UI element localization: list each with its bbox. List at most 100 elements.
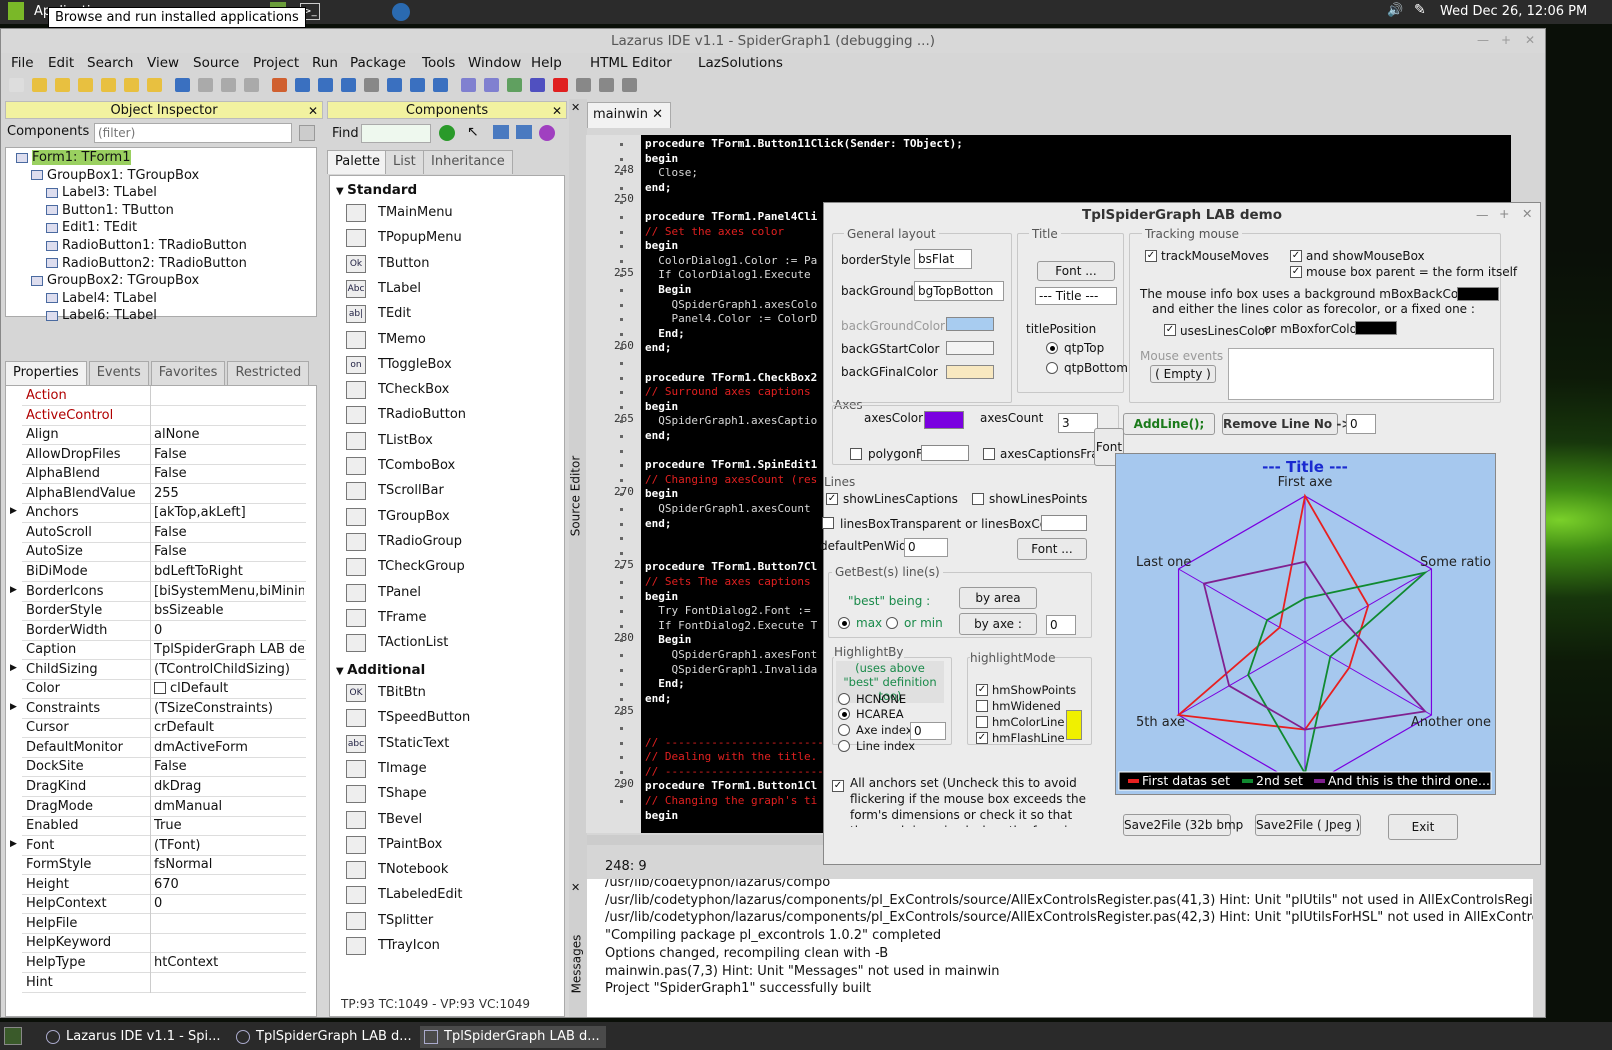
volume-icon[interactable]: 🔊 — [1387, 3, 1403, 18]
flash-color-swatch[interactable] — [1066, 710, 1082, 740]
show-lines-points-checkbox[interactable] — [972, 493, 984, 505]
property-value[interactable]: False — [154, 544, 304, 559]
property-row[interactable]: Align alNone — [22, 425, 306, 446]
toolbar-icon[interactable] — [576, 78, 591, 92]
remove-line-input[interactable]: 0 — [1346, 414, 1376, 434]
property-row[interactable]: Action — [22, 386, 306, 406]
tab-restricted[interactable]: Restricted — [227, 361, 310, 385]
property-row[interactable]: AutoSize False — [22, 542, 306, 563]
message-line[interactable]: Project "SpiderGraph1" successfully buil… — [605, 981, 871, 996]
toolbar-icon[interactable] — [147, 78, 162, 92]
title-font-button[interactable]: Font ... — [1037, 261, 1115, 281]
hm-colorline-checkbox[interactable] — [976, 716, 988, 728]
track-mouse-checkbox[interactable]: ✓ — [1145, 250, 1157, 262]
options-icon[interactable] — [539, 125, 555, 141]
add-line-button[interactable]: AddLine(); — [1123, 413, 1215, 435]
toolbar-icon[interactable] — [433, 78, 448, 92]
max-radio[interactable] — [838, 617, 850, 629]
toolbar-icon[interactable] — [198, 78, 213, 92]
taskbar-item[interactable]: Lazarus IDE v1.1 - Spi... — [42, 1026, 222, 1048]
lines-box-transparent-checkbox[interactable] — [822, 517, 834, 529]
menu-source[interactable]: Source — [193, 55, 239, 71]
box-parent-checkbox[interactable]: ✓ — [1290, 266, 1302, 278]
collapse-icon[interactable]: ▼ — [336, 186, 347, 197]
toolbar-icon[interactable] — [78, 78, 93, 92]
exit-button[interactable]: Exit — [1388, 814, 1458, 840]
spider-graph[interactable]: First axeSome ratioAnother one4th one5th… — [1115, 453, 1496, 795]
toolbar-icon[interactable] — [484, 78, 499, 92]
axe-index-radio[interactable] — [838, 724, 850, 736]
tab-palette[interactable]: Palette — [327, 150, 389, 174]
pen-width-spin[interactable]: 0 — [904, 538, 948, 557]
find-input[interactable] — [361, 124, 431, 143]
tree-item[interactable]: GroupBox1: TGroupBox — [31, 168, 199, 183]
toolbar-icon[interactable] — [530, 78, 545, 92]
collapse-icon[interactable]: ▼ — [336, 666, 347, 677]
menu-package[interactable]: Package — [350, 55, 406, 71]
toolbar-icon[interactable] — [9, 78, 24, 92]
property-value[interactable]: bdLeftToRight — [154, 564, 304, 579]
clock[interactable]: Wed Dec 26, 12:06 PM — [1440, 4, 1587, 19]
property-value[interactable]: dkDrag — [154, 779, 304, 794]
toolbar-icon[interactable] — [410, 78, 425, 92]
lines-box-color-swatch[interactable] — [1041, 515, 1087, 531]
property-row[interactable]: ▶ ChildSizing (TControlChildSizing) — [10, 659, 306, 680]
mouse-events-memo[interactable] — [1228, 348, 1494, 400]
show-mouse-box-checkbox[interactable]: ✓ — [1290, 250, 1302, 262]
axes-count-spin[interactable]: 3 — [1058, 413, 1098, 433]
property-row[interactable]: HelpType htContext — [22, 952, 306, 973]
qtp-bottom-radio[interactable] — [1046, 362, 1058, 374]
tree-item[interactable]: Form1: TForm1 — [16, 150, 131, 165]
final-color-swatch[interactable] — [946, 365, 994, 379]
property-value[interactable]: False — [154, 525, 304, 540]
property-value[interactable]: crDefault — [154, 720, 304, 735]
property-row[interactable]: DragKind dkDrag — [22, 777, 306, 797]
property-row[interactable]: DefaultMonitor dmActiveForm — [22, 737, 306, 758]
border-style-combo[interactable]: bsFlat — [914, 249, 972, 269]
taskbar-item[interactable]: TplSpiderGraph LAB d... — [420, 1026, 606, 1048]
property-row[interactable]: Enabled True — [22, 816, 306, 837]
hcarea-radio[interactable] — [838, 708, 850, 720]
captions-frame-checkbox[interactable] — [983, 448, 995, 460]
close-icon[interactable]: ✕ — [552, 102, 562, 120]
property-row[interactable]: BorderStyle bsSizeable — [22, 601, 306, 622]
expand-icon[interactable]: ▶ — [10, 702, 17, 712]
toolbar-icon[interactable] — [341, 78, 356, 92]
uses-lines-color-checkbox[interactable]: ✓ — [1164, 324, 1176, 336]
toolbar-icon[interactable] — [272, 78, 287, 92]
menu-view[interactable]: View — [147, 55, 179, 71]
browser-icon[interactable] — [392, 3, 410, 21]
close-button[interactable]: ✕ — [1525, 33, 1535, 47]
property-value[interactable]: fsNormal — [154, 857, 304, 872]
property-value[interactable]: bsSizeable — [154, 603, 304, 618]
line-index-radio[interactable] — [838, 740, 850, 752]
toolbar-icon[interactable] — [295, 78, 310, 92]
toolbar-icon[interactable] — [364, 78, 379, 92]
menu-project[interactable]: Project — [253, 55, 299, 71]
property-value[interactable]: alNone — [154, 427, 304, 442]
mbox-fore-color-swatch[interactable] — [1355, 321, 1397, 335]
minimize-button[interactable]: — — [1477, 33, 1489, 47]
tree-item[interactable]: GroupBox2: TGroupBox — [31, 273, 199, 288]
toolbar-icon[interactable] — [124, 78, 139, 92]
property-value[interactable]: clDefault — [154, 681, 304, 696]
message-line[interactable]: /usr/lib/codetyphon/lazarus/components/p… — [605, 910, 1533, 925]
property-value[interactable]: False — [154, 466, 304, 481]
palette-section[interactable]: ▼ Additional — [336, 662, 425, 678]
property-value[interactable]: TplSpiderGraph LAB der — [154, 642, 304, 657]
axe-index-spin[interactable]: 0 — [910, 722, 946, 740]
property-row[interactable]: ▶ Anchors [akTop,akLeft] — [10, 503, 306, 524]
by-area-button[interactable]: by area — [959, 587, 1037, 609]
tab-events[interactable]: Events — [88, 361, 149, 385]
property-value[interactable]: 670 — [154, 877, 304, 892]
close-icon[interactable]: ✕ — [571, 101, 580, 114]
bgcolor-swatch[interactable] — [946, 317, 994, 331]
clear-filter-icon[interactable] — [299, 125, 315, 141]
property-row[interactable]: AlphaBlend False — [22, 464, 306, 485]
refresh-icon[interactable] — [439, 125, 455, 141]
expand-icon[interactable]: ▶ — [10, 839, 17, 849]
property-row[interactable]: AlphaBlendValue 255 — [22, 483, 306, 504]
toolbar-icon[interactable] — [101, 78, 116, 92]
by-axe-button[interactable]: by axe : — [959, 613, 1037, 635]
toolbar-icon[interactable] — [244, 78, 259, 92]
